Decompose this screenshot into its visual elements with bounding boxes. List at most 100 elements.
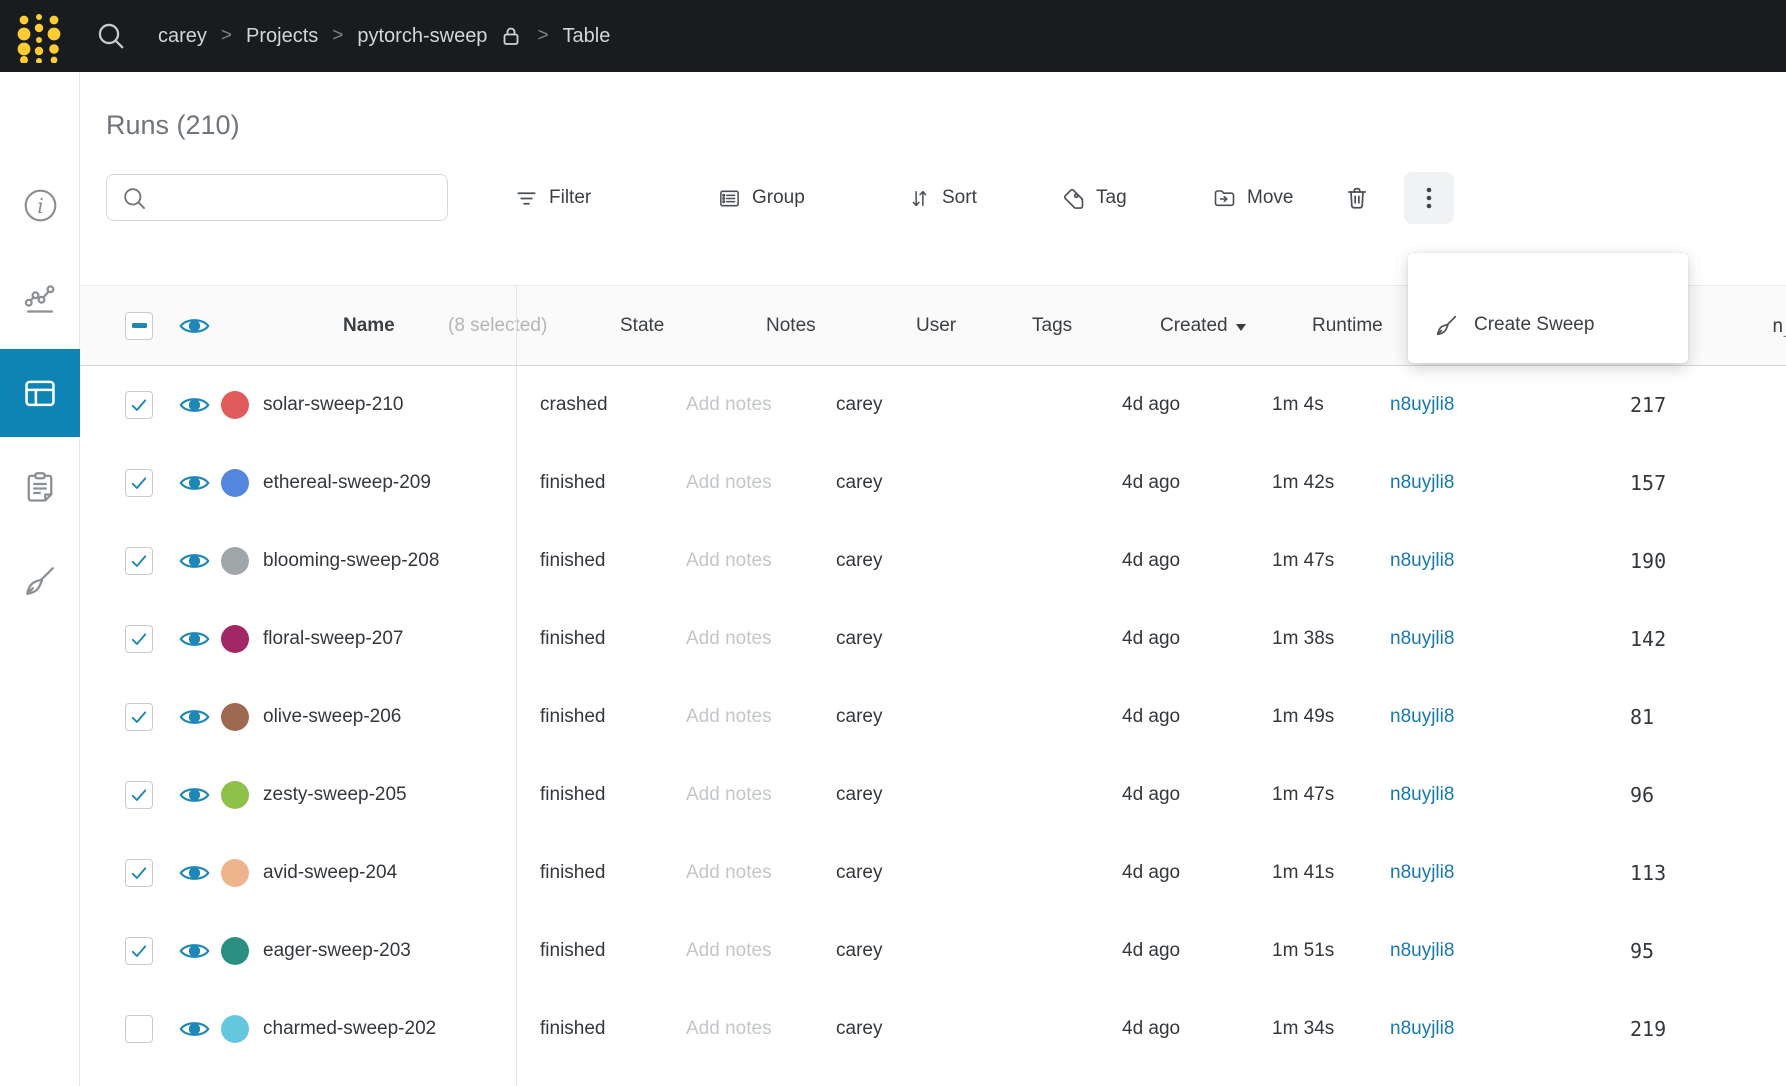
run-state: crashed xyxy=(540,394,608,416)
trash-icon xyxy=(1344,185,1370,211)
breadcrumb-separator: > xyxy=(332,25,343,47)
column-header-created[interactable]: Created xyxy=(1160,315,1246,337)
run-name-link[interactable]: olive-sweep-206 xyxy=(263,706,401,728)
sort-label: Sort xyxy=(942,187,977,209)
sweep-link[interactable]: n8uyjli8 xyxy=(1390,550,1454,572)
sweep-link[interactable]: n8uyjli8 xyxy=(1390,472,1454,494)
run-name-link[interactable]: ethereal-sweep-209 xyxy=(263,472,431,494)
run-created: 4d ago xyxy=(1122,940,1180,962)
eye-icon[interactable] xyxy=(179,473,210,494)
run-created: 4d ago xyxy=(1122,784,1180,806)
eye-icon[interactable] xyxy=(179,551,210,572)
run-name-link[interactable]: avid-sweep-204 xyxy=(263,862,397,884)
select-all-checkbox[interactable] xyxy=(125,312,153,340)
add-notes-placeholder[interactable]: Add notes xyxy=(686,862,772,884)
eye-icon[interactable] xyxy=(179,395,210,416)
kebab-menu-icon xyxy=(1417,185,1441,211)
column-header-runtime[interactable]: Runtime xyxy=(1312,315,1383,337)
sidebar-item-sweeps[interactable] xyxy=(0,537,80,625)
more-actions-button[interactable] xyxy=(1404,172,1454,224)
eye-icon[interactable] xyxy=(179,863,210,884)
row-checkbox[interactable] xyxy=(125,625,153,653)
sort-icon xyxy=(908,187,931,210)
move-button[interactable]: Move xyxy=(1212,173,1293,223)
visibility-all-icon[interactable] xyxy=(179,315,210,336)
sweep-link[interactable]: n8uyjli8 xyxy=(1390,784,1454,806)
move-icon xyxy=(1212,186,1236,210)
search-icon[interactable] xyxy=(95,20,127,52)
run-name-link[interactable]: floral-sweep-207 xyxy=(263,628,403,650)
add-notes-placeholder[interactable]: Add notes xyxy=(686,394,772,416)
breadcrumb-page[interactable]: Table xyxy=(563,25,611,48)
add-notes-placeholder[interactable]: Add notes xyxy=(686,706,772,728)
sidebar-item-overview[interactable]: i xyxy=(0,161,80,249)
table-row: ethereal-sweep-209 finished Add notes ca… xyxy=(80,444,1786,522)
sidebar-item-charts[interactable] xyxy=(0,255,80,343)
filter-button[interactable]: Filter xyxy=(515,173,591,223)
run-name-link[interactable]: eager-sweep-203 xyxy=(263,940,411,962)
row-checkbox[interactable] xyxy=(125,859,153,887)
actions-dropdown: Create Sweep xyxy=(1408,253,1688,363)
add-notes-placeholder[interactable]: Add notes xyxy=(686,940,772,962)
breadcrumb-projects[interactable]: Projects xyxy=(246,25,318,48)
sweep-link[interactable]: n8uyjli8 xyxy=(1390,1018,1454,1040)
eye-icon[interactable] xyxy=(179,707,210,728)
column-header-size-partial[interactable]: n_size xyxy=(1772,315,1786,337)
run-state: finished xyxy=(540,862,606,884)
sweep-link[interactable]: n8uyjli8 xyxy=(1390,862,1454,884)
run-user: carey xyxy=(836,940,882,962)
sort-button[interactable]: Sort xyxy=(908,173,977,223)
add-notes-placeholder[interactable]: Add notes xyxy=(686,550,772,572)
wandb-logo[interactable] xyxy=(15,9,65,63)
run-user: carey xyxy=(836,1018,882,1040)
runs-search-box xyxy=(106,174,448,221)
notes-icon xyxy=(22,469,58,505)
row-checkbox[interactable] xyxy=(125,937,153,965)
sweep-link[interactable]: n8uyjli8 xyxy=(1390,706,1454,728)
eye-icon[interactable] xyxy=(179,785,210,806)
run-color-dot xyxy=(221,781,249,809)
add-notes-placeholder[interactable]: Add notes xyxy=(686,472,772,494)
run-name-link[interactable]: blooming-sweep-208 xyxy=(263,550,439,572)
create-sweep-menu-item[interactable]: Create Sweep xyxy=(1408,298,1688,352)
add-notes-placeholder[interactable]: Add notes xyxy=(686,1018,772,1040)
run-name-link[interactable]: zesty-sweep-205 xyxy=(263,784,407,806)
row-checkbox[interactable] xyxy=(125,703,153,731)
column-header-state[interactable]: State xyxy=(620,315,664,337)
table-row: eager-sweep-203 finished Add notes carey… xyxy=(80,912,1786,990)
column-header-name[interactable]: Name xyxy=(343,315,395,337)
run-size-value: 81 xyxy=(1630,705,1654,729)
group-button[interactable]: Group xyxy=(718,173,805,223)
runs-search-input[interactable] xyxy=(155,179,439,215)
row-checkbox[interactable] xyxy=(125,781,153,809)
table-row: zesty-sweep-205 finished Add notes carey… xyxy=(80,756,1786,834)
add-notes-placeholder[interactable]: Add notes xyxy=(686,628,772,650)
eye-icon[interactable] xyxy=(179,1019,210,1040)
breadcrumb-user[interactable]: carey xyxy=(158,25,207,48)
delete-button[interactable] xyxy=(1344,173,1370,223)
column-header-user[interactable]: User xyxy=(916,315,956,337)
row-checkbox[interactable] xyxy=(125,391,153,419)
row-checkbox[interactable] xyxy=(125,1015,153,1043)
run-name-link[interactable]: solar-sweep-210 xyxy=(263,394,403,416)
eye-icon[interactable] xyxy=(179,629,210,650)
tag-button[interactable]: Tag xyxy=(1062,173,1127,223)
sidebar-item-runs-table[interactable] xyxy=(0,349,80,437)
add-notes-placeholder[interactable]: Add notes xyxy=(686,784,772,806)
filter-icon xyxy=(515,187,538,210)
sweep-link[interactable]: n8uyjli8 xyxy=(1390,628,1454,650)
breadcrumb-project[interactable]: pytorch-sweep xyxy=(357,25,487,48)
column-header-notes[interactable]: Notes xyxy=(766,315,816,337)
sidebar-item-notes[interactable] xyxy=(0,443,80,531)
sweep-link[interactable]: n8uyjli8 xyxy=(1390,394,1454,416)
runs-table-icon xyxy=(21,374,59,412)
pinned-column-divider xyxy=(516,285,517,1086)
run-name-link[interactable]: charmed-sweep-202 xyxy=(263,1018,436,1040)
column-header-tags[interactable]: Tags xyxy=(1032,315,1072,337)
run-created: 4d ago xyxy=(1122,706,1180,728)
run-runtime: 1m 41s xyxy=(1272,862,1334,884)
sweep-link[interactable]: n8uyjli8 xyxy=(1390,940,1454,962)
row-checkbox[interactable] xyxy=(125,469,153,497)
row-checkbox[interactable] xyxy=(125,547,153,575)
eye-icon[interactable] xyxy=(179,941,210,962)
